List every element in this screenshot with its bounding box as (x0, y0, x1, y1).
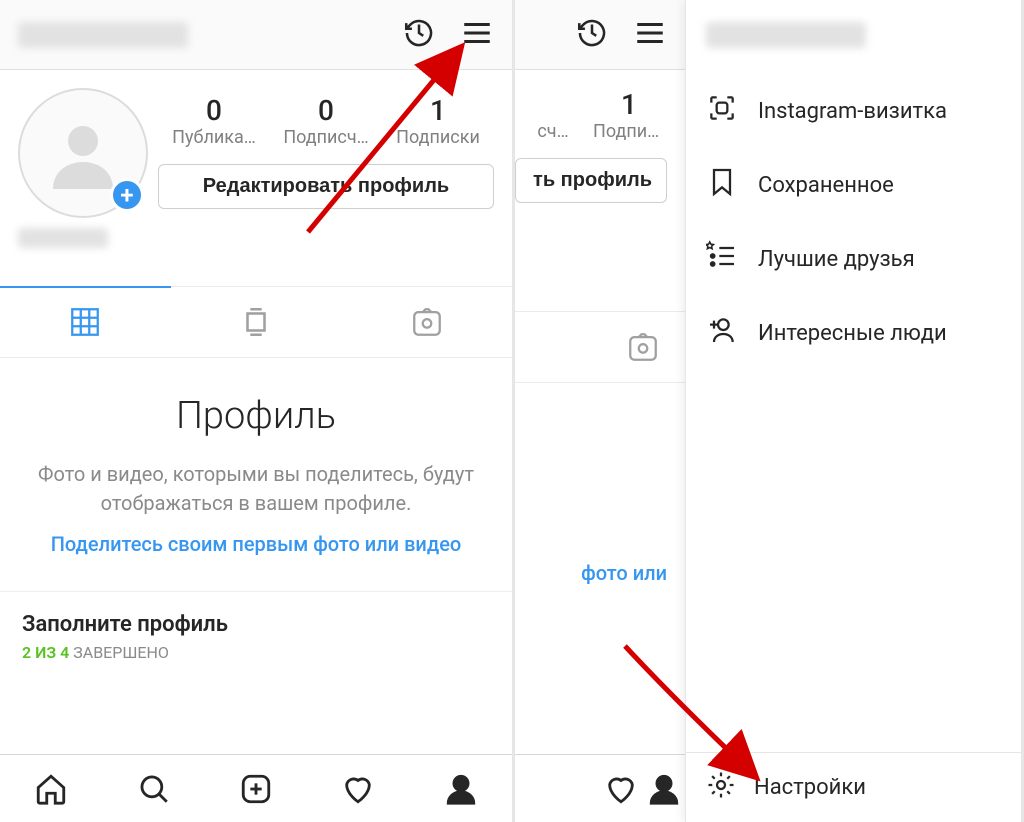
tab-grid[interactable] (0, 286, 171, 356)
display-name-blurred (18, 228, 108, 248)
username-blurred (706, 22, 866, 48)
edit-profile-button[interactable]: Редактировать профиль (158, 164, 494, 209)
complete-profile-card[interactable]: Заполните профиль 2 ИЗ 4 ЗАВЕРШЕНО (0, 591, 512, 672)
edit-profile-button-frag[interactable]: ть профиль (515, 158, 667, 203)
hamburger-icon[interactable] (633, 16, 667, 54)
screen-menu-open: сч… 1 Подписки ть профиль (515, 0, 1024, 822)
nav-activity[interactable] (307, 755, 409, 822)
username-blurred (18, 22, 188, 48)
share-first-link[interactable]: Поделитесь своим первым фото или видео (28, 530, 484, 559)
bookmark-icon (706, 166, 738, 204)
nametag-icon (706, 92, 738, 130)
stat-followers[interactable]: 0 Подписч… (270, 94, 382, 148)
nav-home[interactable] (0, 755, 102, 822)
complete-profile-progress: 2 ИЗ 4 ЗАВЕРШЕНО (22, 643, 490, 662)
list-star-icon (706, 240, 738, 278)
nav-add[interactable] (205, 755, 307, 822)
menu-label: Instagram-визитка (758, 99, 947, 124)
stat-posts[interactable]: 0 Публика… (158, 94, 270, 148)
bottom-nav (0, 754, 512, 822)
complete-profile-title: Заполните профиль (22, 612, 490, 637)
add-person-icon (706, 314, 738, 352)
add-story-icon[interactable]: + (110, 178, 144, 212)
empty-desc: Фото и видео, которыми вы поделитесь, бу… (28, 460, 484, 518)
nav-profile[interactable] (643, 755, 686, 822)
header (0, 0, 512, 70)
menu-label: Интересные люди (758, 321, 947, 346)
tab-feed[interactable] (171, 287, 342, 357)
menu-discover-people[interactable]: Интересные люди (686, 296, 1021, 370)
menu-nametag[interactable]: Instagram-визитка (686, 74, 1021, 148)
stat-following[interactable]: 1 Подписки (382, 94, 494, 148)
hamburger-icon[interactable] (460, 16, 494, 54)
avatar[interactable]: + (18, 88, 148, 218)
stat-following[interactable]: 1 Подписки (591, 88, 667, 142)
nav-search[interactable] (102, 755, 204, 822)
gear-icon (706, 770, 736, 806)
menu-close-friends[interactable]: Лучшие друзья (686, 222, 1021, 296)
tab-tagged[interactable] (600, 312, 685, 382)
empty-title: Профиль (28, 394, 484, 438)
activity-icon[interactable] (575, 16, 609, 54)
activity-icon[interactable] (402, 16, 436, 54)
profile-stats: + 0 Публика… 0 Подписч… 1 Подписки (0, 70, 512, 218)
empty-state: Профиль Фото и видео, которыми вы подели… (0, 358, 512, 567)
menu-settings[interactable]: Настройки (686, 752, 1021, 822)
tab-tagged[interactable] (341, 287, 512, 357)
menu-label: Лучшие друзья (758, 247, 915, 272)
menu-label: Сохраненное (758, 173, 894, 198)
stat-followers-frag: сч… (515, 88, 591, 142)
side-menu: Instagram-визитка Сохраненное Лучшие дру… (685, 0, 1021, 822)
screen-profile: + 0 Публика… 0 Подписч… 1 Подписки (0, 0, 515, 822)
settings-label: Настройки (754, 775, 866, 800)
nav-activity[interactable] (600, 755, 643, 822)
menu-saved[interactable]: Сохраненное (686, 148, 1021, 222)
underlay: сч… 1 Подписки ть профиль (515, 0, 685, 822)
profile-tabs (0, 286, 512, 358)
share-first-link-frag[interactable]: фото или (515, 559, 667, 588)
nav-profile[interactable] (410, 755, 512, 822)
